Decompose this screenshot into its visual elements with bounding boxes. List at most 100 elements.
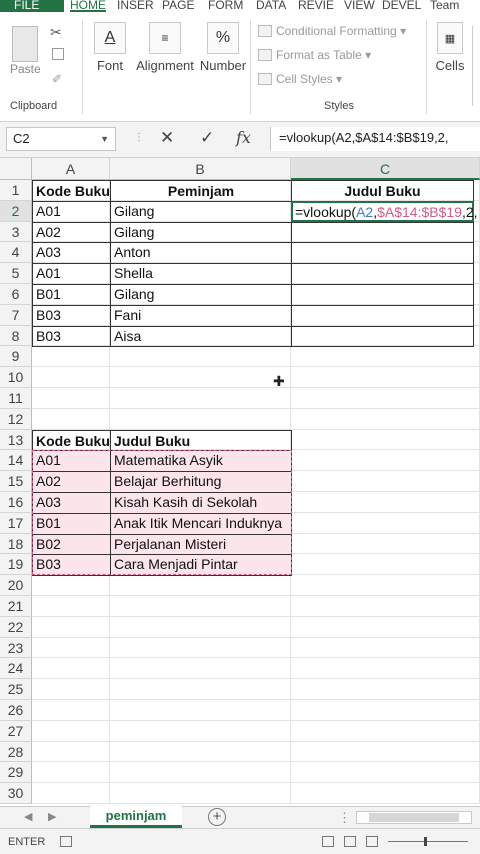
grid-cell[interactable] <box>291 408 480 430</box>
table1-cell-kode[interactable]: B03 <box>32 325 111 348</box>
grid-cell[interactable] <box>110 720 291 742</box>
format-as-table-button[interactable]: Format as Table ▾ <box>258 48 371 62</box>
grid-cell[interactable] <box>291 533 480 555</box>
page-break-view-icon[interactable] <box>366 836 378 847</box>
row-header[interactable]: 5 <box>0 263 32 284</box>
row-header[interactable]: 10 <box>0 367 32 388</box>
grid-cell[interactable] <box>291 616 480 638</box>
grid-cell[interactable] <box>291 492 480 513</box>
worksheet-grid[interactable]: A B C 1 2 3 4 5 6 7 8 9 10 11 12 13 14 15 16 17 18 19 20 21 2… <box>0 158 480 806</box>
table2-cell-judul[interactable]: Matematika Asyik <box>110 450 292 473</box>
grid-cell[interactable] <box>110 388 291 409</box>
grid-cell[interactable] <box>291 471 480 492</box>
grid-cell[interactable] <box>291 554 480 576</box>
table1-cell-kode[interactable]: A02 <box>32 221 111 244</box>
grid-cell[interactable] <box>110 783 291 804</box>
row-header[interactable]: 8 <box>0 325 32 347</box>
font-button[interactable]: A Font <box>88 22 132 73</box>
alignment-button[interactable]: ≡ Alignment <box>134 22 196 73</box>
row-header[interactable]: 3 <box>0 221 32 243</box>
grid-cell[interactable] <box>32 388 110 409</box>
scroll-right-icon[interactable]: ▶ <box>48 810 56 823</box>
table2-cell-judul[interactable]: Kisah Kasih di Sekolah <box>110 492 292 514</box>
grid-cell[interactable] <box>291 762 480 784</box>
grid-cell[interactable] <box>110 346 291 368</box>
grid-cell[interactable] <box>291 596 480 617</box>
table1-cell-kode[interactable]: B03 <box>32 304 111 327</box>
grid-cell[interactable] <box>32 367 110 388</box>
tab-page-layout[interactable]: PAGE <box>162 0 194 12</box>
table1-cell-judul[interactable] <box>291 284 474 306</box>
column-header-c[interactable]: C <box>291 158 480 180</box>
grid-cell[interactable] <box>110 700 291 721</box>
row-header[interactable]: 23 <box>0 637 32 659</box>
grid-cell[interactable] <box>32 346 110 368</box>
grid-cell[interactable] <box>291 783 480 804</box>
table1-cell-judul[interactable] <box>291 221 474 244</box>
row-header[interactable]: 9 <box>0 346 32 368</box>
zoom-knob[interactable] <box>424 837 427 846</box>
grid-cell[interactable] <box>291 512 480 534</box>
grid-cell[interactable] <box>291 346 480 368</box>
grid-cell[interactable] <box>291 429 480 451</box>
grid-cell[interactable] <box>110 658 291 680</box>
grid-cell[interactable] <box>291 658 480 680</box>
table2-cell-kode[interactable]: A02 <box>32 471 111 493</box>
table2-cell-judul[interactable]: Belajar Berhitung <box>110 471 292 493</box>
grid-cell[interactable] <box>32 408 110 430</box>
table1-header-kode[interactable]: Kode Buku <box>32 180 111 202</box>
table1-cell-peminjam[interactable]: Gilang <box>110 284 292 306</box>
paste-icon[interactable] <box>12 26 38 62</box>
grid-cell[interactable] <box>291 741 480 763</box>
row-header[interactable]: 1 <box>0 180 32 201</box>
tab-view[interactable]: VIEW <box>344 0 375 12</box>
row-header[interactable]: 14 <box>0 450 32 472</box>
table2-cell-kode[interactable]: B03 <box>32 554 111 577</box>
table2-cell-judul[interactable]: Cara Menjadi Pintar <box>110 554 292 577</box>
row-header[interactable]: 24 <box>0 658 32 680</box>
grid-cell[interactable] <box>291 637 480 659</box>
grid-cell[interactable] <box>110 616 291 638</box>
grid-cell[interactable] <box>291 679 480 700</box>
table1-cell-peminjam[interactable]: Shella <box>110 263 292 285</box>
row-header[interactable]: 7 <box>0 304 32 326</box>
row-header[interactable]: 2 <box>0 200 32 222</box>
format-painter-icon[interactable]: ✐ <box>52 72 62 86</box>
grid-cell[interactable] <box>291 700 480 721</box>
number-button[interactable]: % Number <box>198 22 248 73</box>
paste-button[interactable]: Paste <box>10 62 41 76</box>
table1-cell-kode[interactable]: A03 <box>32 242 111 265</box>
scroll-left-icon[interactable]: ◀ <box>24 810 32 823</box>
table1-header-peminjam[interactable]: Peminjam <box>110 180 292 202</box>
grid-cell[interactable] <box>291 575 480 596</box>
table1-cell-judul[interactable] <box>291 263 474 285</box>
row-header[interactable]: 29 <box>0 762 32 784</box>
page-layout-view-icon[interactable] <box>344 836 356 847</box>
table1-cell-kode[interactable]: A01 <box>32 263 111 285</box>
grid-cell[interactable] <box>32 658 110 680</box>
row-header[interactable]: 18 <box>0 533 32 555</box>
row-header[interactable]: 11 <box>0 388 32 409</box>
table1-cell-peminjam[interactable]: Gilang <box>110 221 292 244</box>
grid-cell[interactable] <box>291 388 480 409</box>
normal-view-icon[interactable] <box>322 836 334 847</box>
grid-cell[interactable] <box>291 450 480 472</box>
insert-function-icon[interactable]: fx <box>236 128 251 147</box>
row-header[interactable]: 4 <box>0 242 32 264</box>
tab-team[interactable]: Team <box>430 0 459 12</box>
tab-formulas[interactable]: FORM <box>208 0 243 12</box>
ribbon-scroll-icon[interactable] <box>472 26 478 106</box>
table2-cell-kode[interactable]: B02 <box>32 533 111 556</box>
name-box[interactable]: C2 ▼ <box>6 127 116 151</box>
grid-cell[interactable] <box>32 596 110 617</box>
column-header-a[interactable]: A <box>32 158 110 180</box>
row-header[interactable]: 12 <box>0 408 32 430</box>
grid-cell[interactable] <box>32 762 110 784</box>
table1-cell-kode[interactable]: B01 <box>32 284 111 306</box>
table1-cell-peminjam[interactable]: Aisa <box>110 325 292 348</box>
row-header[interactable]: 27 <box>0 720 32 742</box>
row-header[interactable]: 21 <box>0 596 32 617</box>
table1-header-judul[interactable]: Judul Buku <box>291 180 474 202</box>
row-header[interactable]: 19 <box>0 554 32 576</box>
sheet-tab-peminjam[interactable]: peminjam <box>90 806 182 828</box>
